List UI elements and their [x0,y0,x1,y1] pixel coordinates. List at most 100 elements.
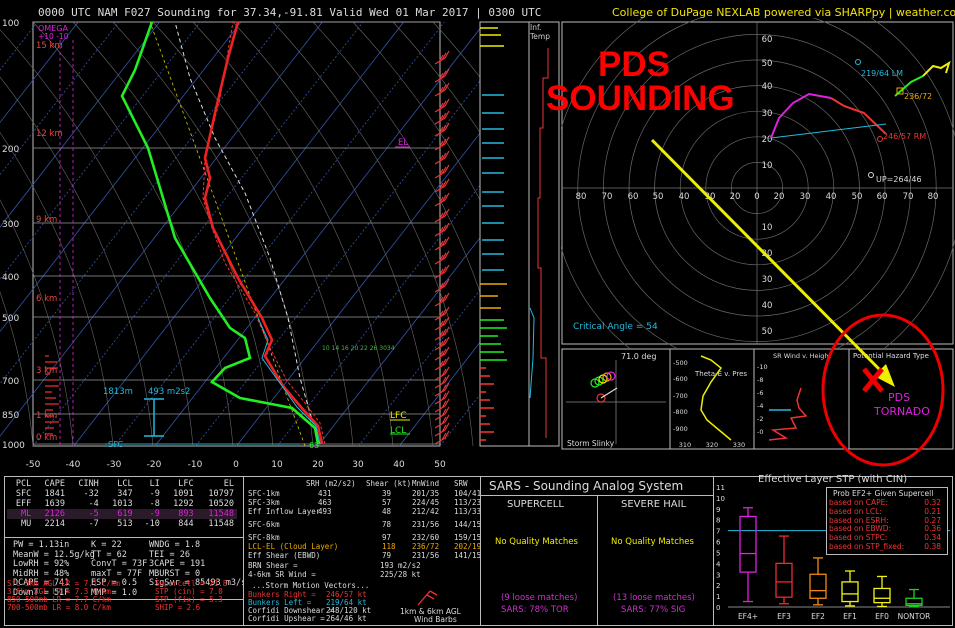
barb-glyph [417,590,438,606]
sr46-label: 4-6km SR Wind = [248,570,316,579]
layer-srh: 493 m2s2 [148,387,190,397]
kinematic-cell-srw: 144/15 [454,520,482,529]
kinematic-cell-layer: SFC-1km [248,489,280,498]
prob-row: based on STP_fixed: 0.38 [829,541,945,552]
kinematic-cell-shear: 48 [382,507,392,516]
mnwind-header: MnWind [412,479,440,488]
svg-text:-800: -800 [673,408,688,416]
stp-box [739,507,757,603]
sars-title: SARS - Sounding Analog System [489,479,684,493]
thetae-xtick: 320 [706,441,718,449]
kinematic-cell-srh: 463 [318,498,332,507]
stp-ytick: 8 [716,517,720,525]
kinematic-cell-shear: 97 [382,533,392,542]
stp-category: EF1 [843,612,857,621]
prob-title: Prob EF2+ Given Supercell [833,489,934,498]
temp-label-strip: Temp [529,32,550,41]
sr46-value: 225/28 kt [380,570,421,579]
stp-ytick: 2 [716,582,720,590]
kinematic-rows: SFC-1km 431 39 201/35 104/41 SFC-3km 463 57 224/… [248,489,481,560]
sfc-dewpoint: 63 [309,441,319,450]
temp-label: 50 [434,460,446,470]
prob-label: based on STP_fixed: [829,541,905,551]
stp-ytick: 9 [716,506,720,514]
kinematic-cell-mnwind: 212/42 [412,507,440,516]
prob-value: 0.38 [924,541,941,551]
sars-hail-loose: (13 loose matches) [613,593,695,603]
hodo-ring-label: 80 [576,192,587,202]
haz-label-pds: PDS [888,391,911,404]
kinematic-cell-layer: SFC-3km [248,498,280,507]
hazard-ellipse [821,313,945,467]
hodo-ring-label: 80 [928,192,939,202]
stp-category: NONTOR [898,612,931,621]
motion-value: 264/46 kt [326,614,367,623]
stp-box [905,588,923,608]
prob-label: based on CAPE: [829,498,888,507]
stp-category: EF0 [875,612,889,621]
pressure-label-850: 850 [2,411,19,421]
kinematic-cell-srh: 493 [318,507,332,516]
parcel-row-selected: ML 2126 -5 619 -9 893 11548 [7,509,237,519]
kinematic-cell-shear: 78 [382,520,392,529]
kinematic-cell-srw: 141/15 [454,551,482,560]
stp-category: EF2 [811,612,825,621]
stp-box [775,535,793,605]
temp-label: -40 [66,460,81,470]
srw-header: SRW [454,479,468,488]
prob-box: Prob EF2+ Given Supercell based on CAPE:… [826,487,948,555]
composite-indices: Supercell = 21.8 STP (cin) = 7.0 STP (fix)… [155,579,228,612]
hodo-ring-label: 30 [762,109,773,119]
col-header: LCL [117,479,133,489]
svg-text:-900: -900 [673,425,688,433]
col-header: CAPE [44,479,66,489]
barb-label-2: Wind Barbs [414,615,457,624]
pressure-label-700: 700 [2,377,19,387]
stp-ytick: 4 [716,560,721,568]
kinematic-cell-srh: 431 [318,489,332,498]
stp-box [809,557,827,606]
temp-label: -50 [26,460,41,470]
srh-header: SRH (m2/s2) [306,479,356,488]
lcl-marker: LCL [390,426,406,436]
col-header: LI [149,479,160,489]
kinematic-cell-srw: 113/23 [454,498,482,507]
motion-title: ...Storm Motion Vectors... [252,581,370,590]
height-label: 15 km [36,41,63,51]
kinematic-cell-mnwind: 236/72 [412,542,440,551]
prob-label: based on LCL: [829,506,882,516]
hodo-ring-label: 60 [762,35,773,45]
brn-label: BRN Shear = [248,561,298,570]
lapse-rates: Sfc-3km AGL LR = 7.1 C/km 3-6km AGL LR = … [7,579,120,612]
pressure-label-100: 100 [2,19,19,29]
omega-scale: +10 -10 [38,32,69,41]
thetae-xtick: 330 [733,441,745,449]
kinematic-cell-mnwind: 231/56 [412,551,440,560]
kinematic-cell-layer: Eff Inflow Layer [248,507,321,516]
kinematic-cell-shear: 39 [382,489,392,498]
col-header: CINH [78,479,99,489]
mixratio-labels: 10 14 16 20 22 26 3034 [322,345,395,352]
sars-panel: SARS - Sounding Analog System SUPERCELL … [480,476,715,626]
lm-label: 219/64 LM [861,69,903,78]
kinematic-row: SFC-3km 463 57 224/45 113/23 [248,498,481,507]
temp-label: -10 [188,460,203,470]
kinematic-row: SFC-8km 97 232/60 159/15 [248,533,481,542]
sars-supercell: SUPERCELL [507,499,564,510]
svg-text:-4: -4 [757,402,763,410]
kinematic-row: Eff Inflow Layer 493 48 212/42 113/33 [248,507,481,516]
kinematic-cell-shear: 79 [382,551,392,560]
kinematic-row: SFC-6km 78 231/56 144/15 [248,516,481,533]
sars-hail-pct: SARS: 77% SIG [621,605,686,615]
brn-value: 193 m2/s2 [380,561,421,570]
shear-header: Shear (kt) [366,479,412,488]
kinematic-cell-shear: 118 [382,542,396,551]
temp-label: 30 [352,460,364,470]
hodo-ring-label: 70 [602,192,613,202]
sounding-text: SOUNDING [546,79,735,118]
parcel-row: EFF 1639 -4 1013 -8 1292 10520 [15,499,234,509]
col-header: LFC [178,479,194,489]
temp-label: -20 [147,460,162,470]
temp-label: 40 [393,460,405,470]
height-label: 12 km [36,129,63,139]
